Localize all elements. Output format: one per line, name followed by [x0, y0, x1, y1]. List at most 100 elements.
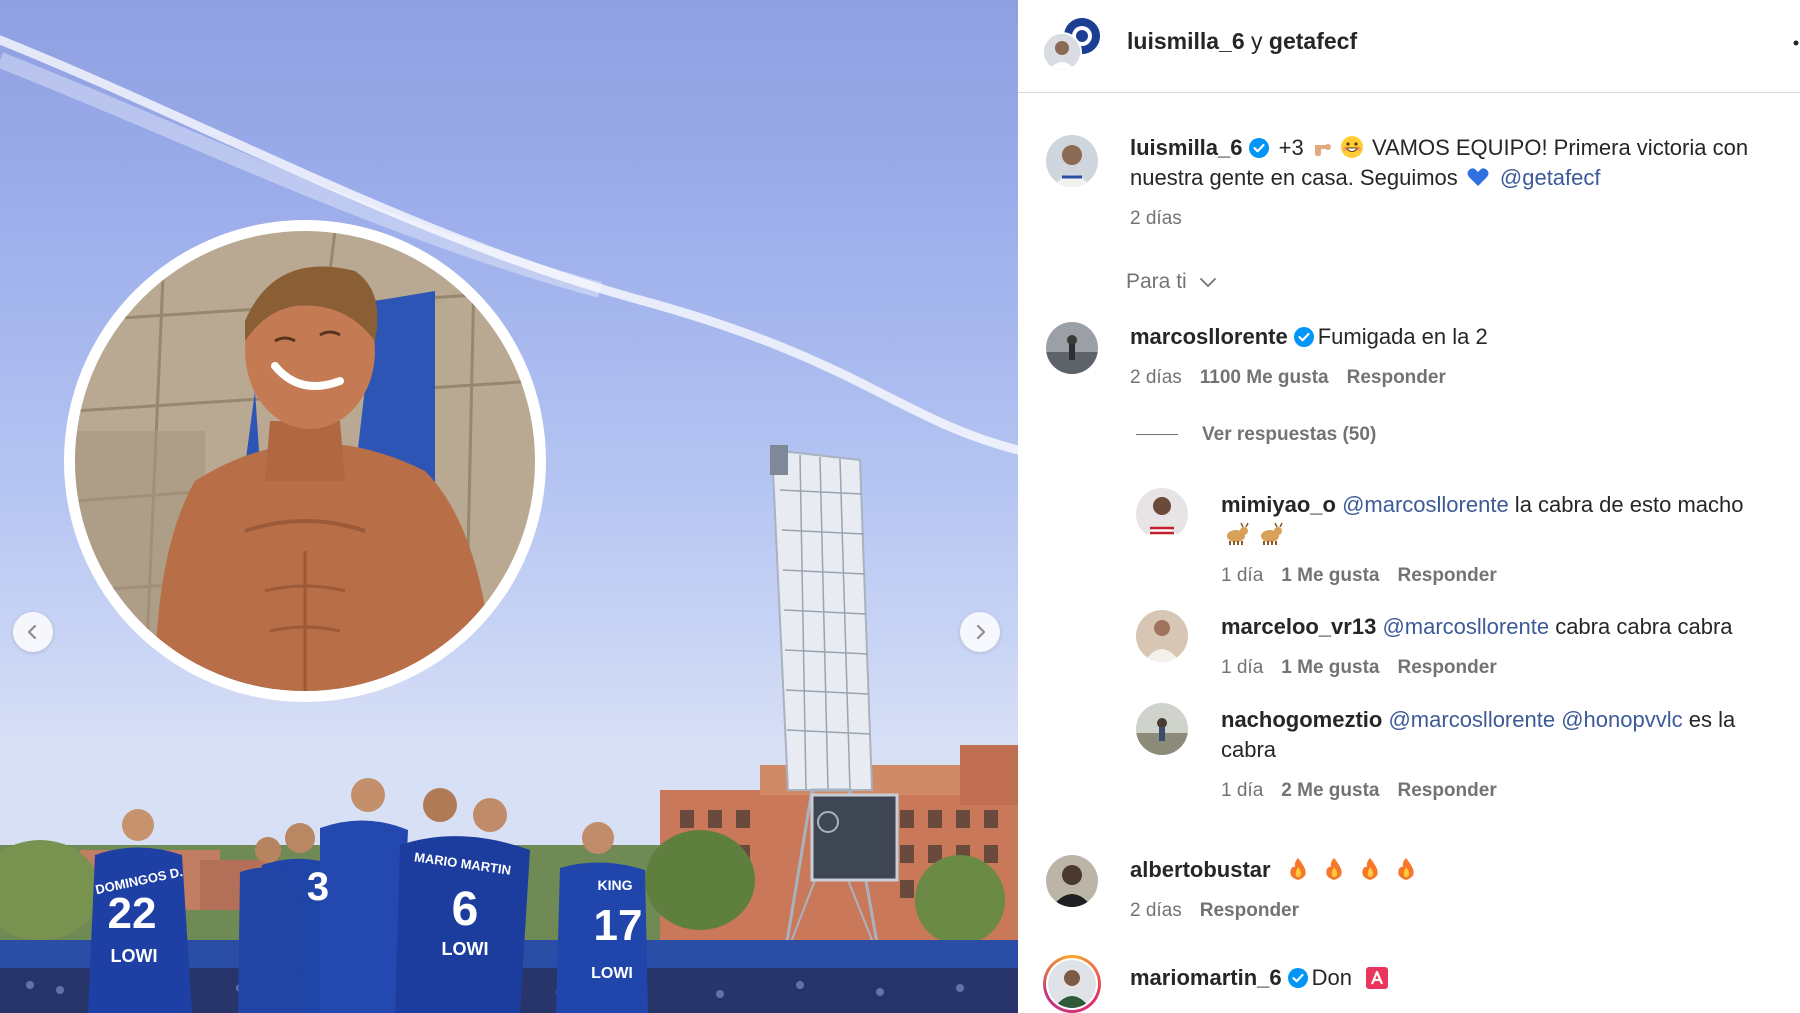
fire-emojis [1285, 857, 1419, 882]
header-user2[interactable]: getafecf [1269, 28, 1357, 54]
prev-photo-button[interactable] [13, 612, 53, 652]
header-user1[interactable]: luismilla_6 [1127, 28, 1245, 54]
reply-mention[interactable]: @marcosllorente [1342, 492, 1509, 517]
profile-photo-icon [1136, 703, 1188, 755]
reply-avatar-marceloo[interactable] [1136, 610, 1188, 662]
reply-time: 1 día [1221, 657, 1264, 678]
profile-photo-icon [1136, 610, 1188, 662]
comment-username[interactable]: albertobustar [1130, 857, 1271, 882]
comment-time: 2 días [1130, 367, 1182, 388]
comment-body: Fumigada en la 2 [1317, 324, 1488, 349]
view-replies-label: Ver respuestas (50) [1202, 424, 1377, 445]
reply-avatar-nacho[interactable] [1136, 703, 1188, 755]
reply-text-nacho-line1: nachogomeztio @marcosllorente @honopvvlc… [1221, 705, 1735, 735]
reply-meta-marceloo: 1 día 1 Me gusta Responder [1221, 657, 1497, 679]
reply-mention-2[interactable]: @honopvvlc [1561, 707, 1682, 732]
letter-a-button-icon [1366, 967, 1389, 989]
profile-photo-icon [1048, 960, 1096, 1008]
comment-meta-albertobustar: 2 días Responder [1130, 900, 1299, 922]
reply-meta-nacho: 1 día 2 Me gusta Responder [1221, 780, 1497, 802]
chevron-left-icon [27, 624, 37, 640]
reply-likes[interactable]: 1 Me gusta [1281, 565, 1379, 586]
profile-photo-icon [1046, 855, 1098, 907]
comment-likes[interactable]: 1100 Me gusta [1200, 367, 1329, 388]
replies-divider [1136, 434, 1178, 436]
reply-username[interactable]: mimiyao_o [1221, 492, 1336, 517]
caption-main: VAMOS EQUIPO! Primera victoria con [1365, 135, 1749, 160]
pointing-hand-icon [1314, 144, 1331, 156]
jersey-name-4: KING [598, 877, 633, 893]
comment-avatar-albertobustar[interactable] [1046, 855, 1098, 907]
comment-avatar-marcosllorente[interactable] [1046, 322, 1098, 374]
more-icon [1793, 40, 1799, 46]
more-options-button[interactable] [1788, 28, 1800, 58]
reply-button[interactable]: Responder [1397, 657, 1496, 678]
reply-body: es la [1682, 707, 1736, 732]
verified-badge-icon [1287, 968, 1308, 988]
caption-line-2: nuestra gente en casa. Seguimos @getafec… [1130, 163, 1601, 193]
comment-time: 2 días [1130, 900, 1182, 921]
fire-icon [1290, 858, 1306, 880]
avatar-luismilla[interactable] [1042, 32, 1082, 72]
blue-heart-icon [1467, 168, 1489, 186]
view-replies-button[interactable]: Ver respuestas (50) [1136, 424, 1376, 446]
jersey-number-2: 3 [307, 865, 329, 909]
next-photo-button[interactable] [960, 612, 1000, 652]
reply-avatar-mimiyao[interactable] [1136, 488, 1188, 540]
tree [915, 855, 1005, 945]
reply-likes[interactable]: 1 Me gusta [1281, 657, 1379, 678]
caption-line-1: luismilla_6 +3 VAMOS EQUIPO! Primera vic… [1130, 133, 1748, 163]
reply-button[interactable]: Responder [1200, 900, 1299, 921]
comment-meta-marcosllorente: 2 días 1100 Me gusta Responder [1130, 367, 1446, 389]
jersey-sponsor-4: LOWI [591, 965, 633, 982]
sort-dropdown[interactable]: Para ti [1126, 270, 1217, 294]
reply-body: cabra cabra cabra [1549, 614, 1733, 639]
chevron-right-icon [976, 624, 986, 640]
players-celebrating: DOMINGOS D. 22 LOWI 3 MARIO MARTIN 6 LOW… [88, 778, 648, 1013]
jersey-sponsor-3: LOWI [442, 939, 489, 959]
portrait-illustration [75, 231, 535, 691]
verified-badge-icon [1248, 138, 1269, 158]
reply-likes[interactable]: 2 Me gusta [1281, 780, 1379, 801]
caption-mention[interactable]: @getafecf [1500, 165, 1601, 190]
jersey-number-3: 6 [452, 883, 479, 936]
reply-username[interactable]: marceloo_vr13 [1221, 614, 1376, 639]
sort-label: Para ti [1126, 270, 1187, 293]
reply-time: 1 día [1221, 565, 1264, 586]
reply-button[interactable]: Responder [1347, 367, 1446, 388]
profile-photo-icon [1046, 135, 1098, 187]
caption-avatar[interactable] [1046, 135, 1098, 187]
reply-username[interactable]: nachogomeztio [1221, 707, 1382, 732]
comment-username[interactable]: mariomartin_6 [1130, 965, 1282, 990]
scoreboard [810, 793, 899, 882]
reply-mention[interactable]: @marcosllorente [1382, 614, 1549, 639]
jersey-sponsor-1: LOWI [111, 946, 158, 966]
reply-text-mimiyao-line2 [1221, 520, 1285, 550]
apartment-tower [960, 745, 1018, 805]
goat-icon [1227, 522, 1249, 545]
reply-meta-mimiyao: 1 día 1 Me gusta Responder [1221, 565, 1497, 587]
jersey-number-1: 22 [108, 889, 157, 938]
post-photo: DOMINGOS D. 22 LOWI 3 MARIO MARTIN 6 LOW… [0, 0, 1018, 1013]
comment-avatar-mariomartin[interactable] [1043, 955, 1101, 1013]
fire-icon [1398, 858, 1414, 880]
caption-line2-text: nuestra gente en casa. Seguimos [1130, 165, 1464, 190]
reply-text-mimiyao-line1: mimiyao_o @marcosllorente la cabra de es… [1221, 490, 1744, 520]
grinning-face-icon [1340, 136, 1363, 158]
comment-username[interactable]: marcosllorente [1130, 324, 1288, 349]
verified-badge-icon [1293, 327, 1314, 347]
reply-text-nacho-line2: cabra [1221, 737, 1277, 762]
caption-username[interactable]: luismilla_6 [1130, 135, 1243, 160]
header-conjunction: y [1251, 28, 1263, 54]
comment-body: Don [1311, 965, 1352, 990]
reply-button[interactable]: Responder [1397, 780, 1496, 801]
goat-icon [1261, 522, 1283, 545]
profile-photo-icon [1044, 34, 1080, 70]
comment-text-mariomartin: mariomartin_6 Don [1130, 963, 1390, 993]
profile-photo-icon [1046, 322, 1098, 374]
reply-mention[interactable]: @marcosllorente [1388, 707, 1555, 732]
post-header: luismilla_6 y getafecf [1018, 0, 1800, 93]
reply-button[interactable]: Responder [1397, 565, 1496, 586]
post-authors: luismilla_6 y getafecf [1127, 28, 1357, 55]
comment-text-albertobustar: albertobustar [1130, 855, 1419, 885]
